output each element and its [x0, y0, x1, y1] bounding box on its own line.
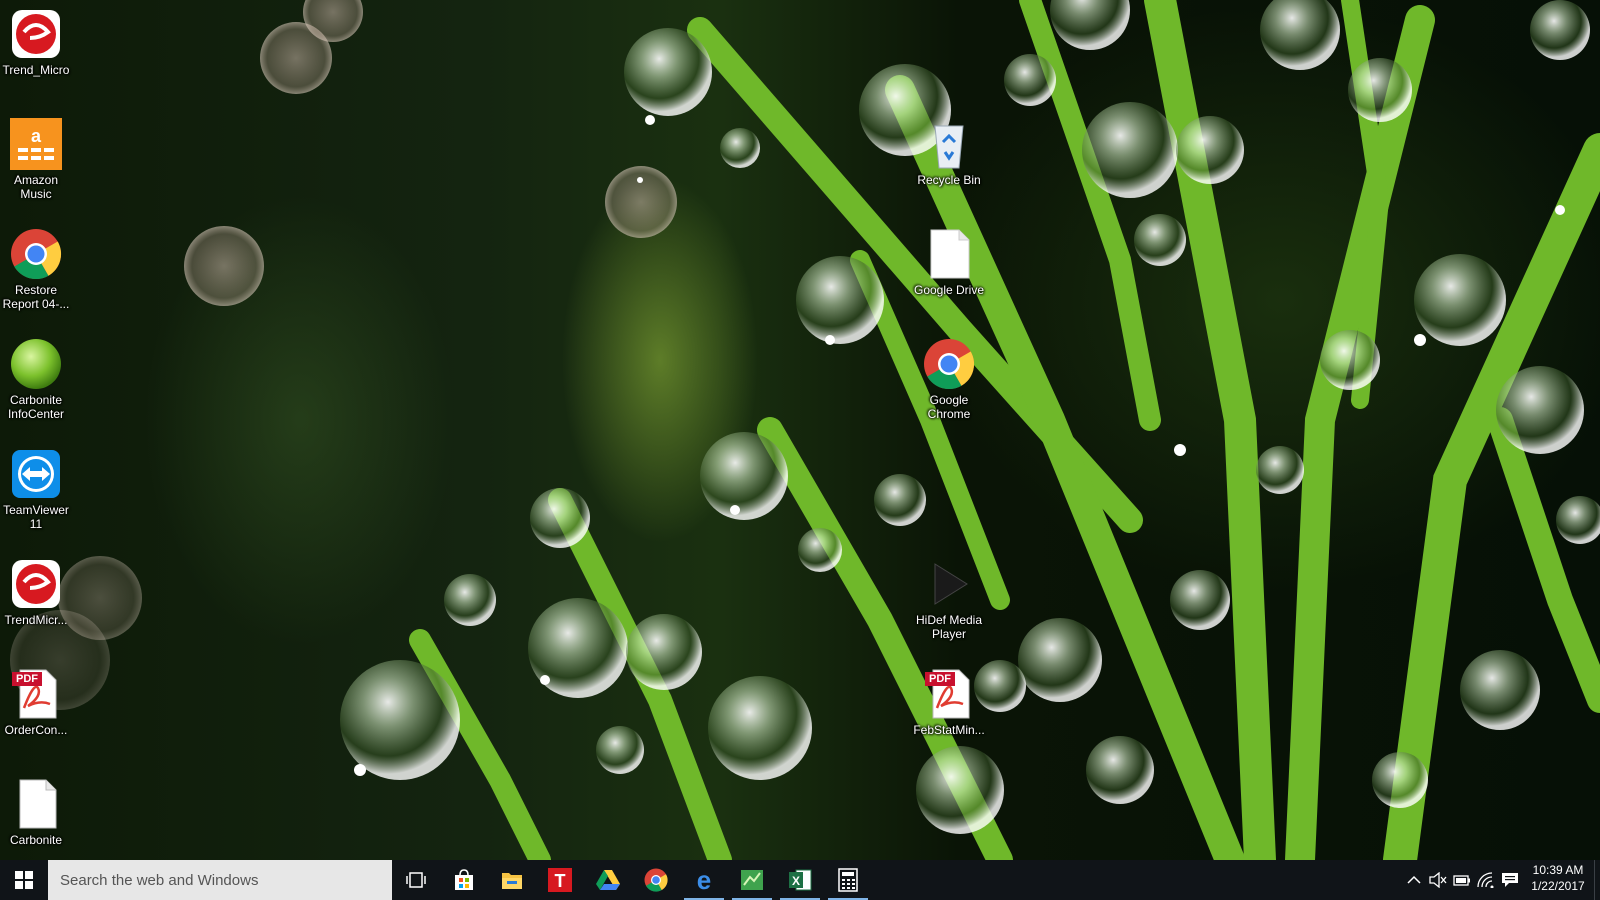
excel-icon: X: [789, 869, 812, 891]
recycle-bin-icon: [923, 118, 975, 170]
trend-micro-icon: [10, 8, 62, 60]
desktop-icon-label: Google Drive: [913, 283, 985, 297]
desktop-wallpaper: [0, 0, 1600, 860]
desktop-icon-label: TeamViewer 11: [3, 503, 69, 531]
green-app-taskbar-button[interactable]: [728, 860, 776, 900]
excel-taskbar-button[interactable]: X: [776, 860, 824, 900]
desktop-icon-carbonite-infocenter[interactable]: Carbonite InfoCenter: [0, 338, 72, 421]
desktop-icon-google-chrome[interactable]: Google Chrome: [913, 338, 985, 421]
desktop-icon-recycle-bin[interactable]: Recycle Bin: [913, 118, 985, 187]
spreadsheet-app-icon: [741, 870, 763, 890]
desktop-icon-carbonite-file[interactable]: Carbonite: [0, 778, 72, 850]
edge-taskbar-button[interactable]: e: [680, 860, 728, 900]
wallpaper-art: [10, 0, 1600, 860]
desktop-icon-restore-report[interactable]: Restore Report 04-...: [0, 228, 72, 311]
action-center-button[interactable]: [1498, 860, 1522, 900]
desktop-icon-label: Amazon Music: [13, 173, 59, 201]
action-center-icon: [1502, 873, 1518, 887]
desktop-icon-label: Carbonite: [9, 833, 63, 847]
folder-icon: [502, 873, 522, 889]
clock-date: 1/22/2017: [1531, 879, 1585, 893]
file-explorer-button[interactable]: [488, 860, 536, 900]
pdf-badge: PDF: [12, 672, 42, 686]
calculator-icon: [838, 868, 858, 892]
svg-text:a: a: [31, 126, 42, 146]
wifi-icon: [1477, 872, 1494, 888]
desktop-icon-amazon-music[interactable]: a Amazon Music: [0, 118, 72, 201]
network-button[interactable]: [1474, 860, 1498, 900]
blank-file-icon: [10, 778, 62, 830]
desktop-icon-febstatmin-pdf[interactable]: PDF FebStatMin...: [913, 668, 985, 737]
taskbar: Search the web and Windows T e X 10:39 A…: [0, 860, 1600, 900]
blank-file-icon: [923, 228, 975, 280]
task-view-button[interactable]: [392, 860, 440, 900]
google-drive-taskbar-button[interactable]: [584, 860, 632, 900]
desktop-icon-label: Trend_Micro: [2, 63, 70, 77]
desktop-icon-label: Carbonite InfoCenter: [7, 393, 65, 421]
carbonite-icon: [10, 338, 62, 390]
play-icon: [923, 558, 975, 610]
google-drive-icon: [596, 870, 620, 890]
chrome-icon: [10, 228, 62, 280]
chrome-taskbar-button[interactable]: [632, 860, 680, 900]
desktop-icon-ordercon-pdf[interactable]: PDF OrderCon...: [0, 668, 72, 737]
svg-text:e: e: [697, 868, 711, 892]
chevron-up-icon: [1407, 875, 1421, 884]
desktop-icon-teamviewer[interactable]: TeamViewer 11: [0, 448, 72, 531]
desktop-icon-label: Google Chrome: [927, 393, 971, 421]
trend-micro-taskbar-button[interactable]: T: [536, 860, 584, 900]
chrome-icon: [644, 868, 668, 892]
pdf-file-icon: PDF: [10, 668, 62, 720]
desktop-icon-label: FebStatMin...: [913, 723, 985, 737]
desktop-icon-trend-micro[interactable]: Trend_Micro: [0, 8, 72, 77]
search-placeholder: Search the web and Windows: [60, 872, 259, 889]
volume-button[interactable]: [1426, 860, 1450, 900]
volume-muted-icon: [1429, 872, 1447, 888]
svg-text:T: T: [555, 871, 566, 891]
desktop-icon-label: Recycle Bin: [917, 173, 981, 187]
clock-time: 10:39 AM: [1532, 863, 1584, 877]
trend-micro-icon: [10, 558, 62, 610]
show-desktop-button[interactable]: [1594, 860, 1600, 900]
task-view-icon: [406, 872, 426, 888]
calculator-taskbar-button[interactable]: [824, 860, 872, 900]
desktop-icon-google-drive[interactable]: Google Drive: [913, 228, 985, 297]
store-button[interactable]: [440, 860, 488, 900]
desktop-icon-trendmicro-2[interactable]: TrendMicr...: [0, 558, 72, 627]
windows-logo-icon: [15, 871, 33, 889]
pdf-file-icon: PDF: [923, 668, 975, 720]
svg-text:X: X: [792, 874, 800, 888]
desktop-icon-label: HiDef Media Player: [915, 613, 983, 641]
search-box[interactable]: Search the web and Windows: [48, 860, 392, 900]
desktop-icon-label: Restore Report 04-...: [2, 283, 70, 311]
system-clock[interactable]: 10:39 AM 1/22/2017: [1524, 862, 1592, 894]
amazon-music-icon: a: [10, 118, 62, 170]
show-hidden-icons-button[interactable]: [1402, 860, 1426, 900]
desktop-icon-hidef-media-player[interactable]: HiDef Media Player: [913, 558, 985, 641]
store-icon: [455, 869, 473, 890]
pdf-badge: PDF: [925, 672, 955, 686]
edge-icon: e: [697, 868, 711, 892]
chrome-icon: [923, 338, 975, 390]
desktop-icon-label: TrendMicr...: [4, 613, 68, 627]
teamviewer-icon: [10, 448, 62, 500]
trend-micro-t-icon: T: [548, 868, 572, 892]
start-button[interactable]: [0, 860, 48, 900]
desktop-icon-label: OrderCon...: [4, 723, 68, 737]
battery-button[interactable]: [1450, 860, 1474, 900]
battery-icon: [1453, 875, 1470, 886]
